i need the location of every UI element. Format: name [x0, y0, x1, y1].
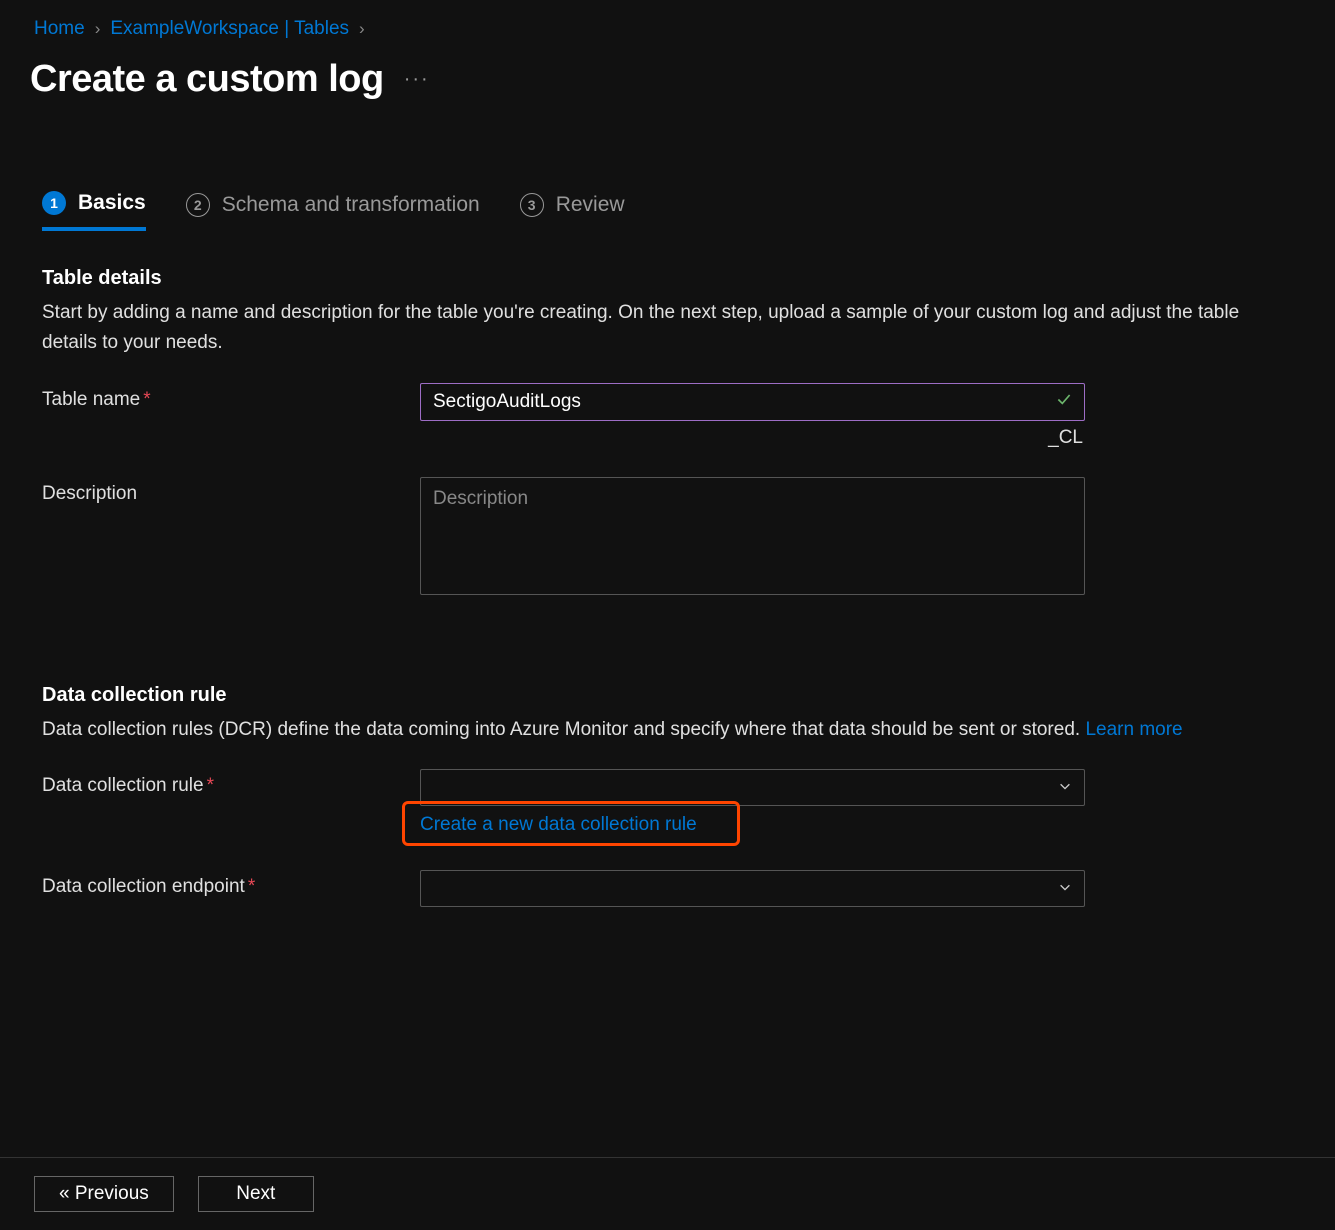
- chevron-down-icon: [1058, 878, 1072, 900]
- checkmark-icon: [1055, 390, 1073, 413]
- dcr-label: Data collection rule*: [42, 769, 420, 797]
- create-dcr-link[interactable]: Create a new data collection rule: [420, 814, 697, 836]
- page-header: Create a custom log ···: [0, 48, 1335, 101]
- step-number-icon: 1: [42, 191, 66, 215]
- table-name-label: Table name*: [42, 383, 420, 411]
- tab-review[interactable]: 3 Review: [520, 193, 625, 229]
- section-description: Data collection rules (DCR) define the d…: [42, 715, 1293, 745]
- table-name-input[interactable]: [420, 383, 1085, 421]
- section-title: Table details: [42, 267, 1293, 290]
- form-row-table-name: Table name* _CL: [42, 383, 1293, 449]
- more-menu-icon[interactable]: ···: [404, 68, 430, 91]
- table-details-section: Table details Start by adding a name and…: [0, 231, 1335, 600]
- dcr-select[interactable]: [420, 769, 1085, 806]
- chevron-right-icon: ›: [95, 19, 101, 39]
- breadcrumb: Home › ExampleWorkspace | Tables ›: [0, 0, 1335, 48]
- step-number-icon: 2: [186, 193, 210, 217]
- dce-select[interactable]: [420, 870, 1085, 907]
- form-row-dcr: Data collection rule* Create a new data …: [42, 769, 1293, 836]
- dcr-section: Data collection rule Data collection rul…: [0, 628, 1335, 907]
- description-label: Description: [42, 477, 420, 505]
- chevron-down-icon: [1058, 777, 1072, 799]
- description-input[interactable]: [420, 477, 1085, 595]
- section-title: Data collection rule: [42, 684, 1293, 707]
- chevron-right-icon: ›: [359, 19, 365, 39]
- required-indicator: *: [207, 775, 214, 796]
- form-row-description: Description: [42, 477, 1293, 600]
- table-suffix: _CL: [420, 427, 1085, 449]
- required-indicator: *: [248, 876, 255, 897]
- required-indicator: *: [143, 389, 150, 410]
- wizard-tabs: 1 Basics 2 Schema and transformation 3 R…: [42, 191, 1335, 231]
- tab-label: Basics: [78, 191, 146, 215]
- breadcrumb-home[interactable]: Home: [34, 18, 85, 40]
- section-description: Start by adding a name and description f…: [42, 298, 1293, 359]
- step-number-icon: 3: [520, 193, 544, 217]
- wizard-footer: « Previous Next: [0, 1157, 1335, 1230]
- tab-label: Review: [556, 193, 625, 217]
- dce-label: Data collection endpoint*: [42, 870, 420, 898]
- learn-more-link[interactable]: Learn more: [1085, 719, 1182, 740]
- page-title: Create a custom log: [30, 58, 384, 101]
- breadcrumb-workspace[interactable]: ExampleWorkspace | Tables: [110, 18, 349, 40]
- next-button[interactable]: Next: [198, 1176, 314, 1212]
- previous-button[interactable]: « Previous: [34, 1176, 174, 1212]
- tab-label: Schema and transformation: [222, 193, 480, 217]
- tab-schema[interactable]: 2 Schema and transformation: [186, 193, 480, 229]
- tab-basics[interactable]: 1 Basics: [42, 191, 146, 231]
- form-row-dce: Data collection endpoint*: [42, 870, 1293, 907]
